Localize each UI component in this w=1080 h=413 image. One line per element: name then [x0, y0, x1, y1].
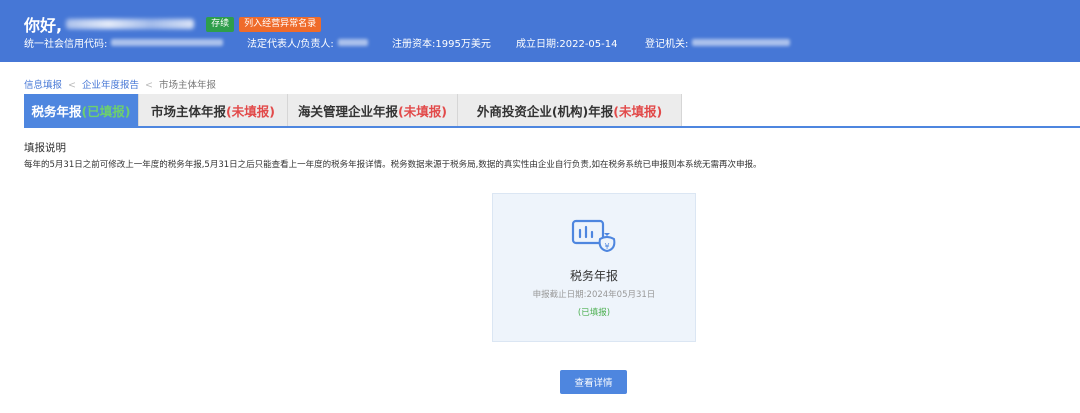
tab-label: 市场主体年报 — [151, 103, 227, 119]
tab-status: (未填报) — [226, 103, 275, 119]
status-badge: 存续 — [206, 16, 235, 32]
tab-underline — [24, 126, 1080, 128]
redacted-credit-code — [111, 39, 224, 46]
redacted-legal-rep — [337, 39, 368, 46]
tax-report-icon: ¥ — [571, 219, 616, 253]
tab-customs-report[interactable]: 海关管理企业年报 (未填报) — [288, 94, 458, 126]
card-title: 税务年报 — [569, 269, 618, 283]
abnormal-list-badge: 列入经营异常名录 — [239, 16, 322, 32]
tab-status: (已填报) — [81, 103, 131, 119]
instructions-title: 填报说明 — [24, 142, 66, 154]
instructions-text: 每年的5月31日之前可修改上一年度的税务年报,5月31日之后只能查看上一年度的税… — [24, 160, 762, 170]
breadcrumb-separator: < — [68, 80, 76, 91]
breadcrumb-current: 市场主体年报 — [158, 80, 216, 91]
breadcrumb: 信息填报 < 企业年度报告 < 市场主体年报 — [24, 77, 216, 91]
established-date: 成立日期:2022-05-14 — [516, 39, 618, 50]
tab-status: (未填报) — [613, 103, 663, 119]
tab-label: 税务年报 — [31, 103, 82, 119]
tab-label: 海关管理企业年报 — [298, 103, 399, 119]
tab-foreign-investment-report[interactable]: 外商投资企业(机构)年报 (未填报) — [458, 94, 682, 126]
tab-status: (未填报) — [398, 103, 447, 119]
credit-code-label: 统一社会信用代码: — [24, 39, 108, 50]
company-header: 你好, 存续 列入经营异常名录 统一社会信用代码: 法定代表人/负责人: 注册资… — [0, 0, 1080, 62]
authority-label: 登记机关: — [645, 39, 689, 50]
registration-authority: 登记机关: — [645, 35, 791, 50]
tax-report-card[interactable]: ¥ 税务年报 申报截止日期:2024年05月31日 (已填报) — [492, 193, 696, 342]
card-status: (已填报) — [577, 308, 611, 318]
card-deadline: 申报截止日期:2024年05月31日 — [532, 290, 656, 300]
view-details-button[interactable]: 查看详情 — [560, 370, 627, 394]
registered-capital: 注册资本:1995万美元 — [392, 39, 491, 50]
report-tabs: 税务年报 (已填报) 市场主体年报 (未填报) 海关管理企业年报 (未填报) 外商投资… — [24, 94, 682, 126]
legal-rep-label: 法定代表人/负责人: — [247, 39, 334, 50]
credit-code: 统一社会信用代码: — [24, 35, 224, 50]
tab-market-entity-report[interactable]: 市场主体年报 (未填报) — [139, 94, 288, 126]
greeting-text: 你好, — [24, 16, 63, 35]
breadcrumb-separator: < — [145, 80, 153, 91]
tab-label: 外商投资企业(机构)年报 — [476, 103, 614, 119]
svg-text:¥: ¥ — [604, 242, 609, 251]
redacted-authority — [692, 39, 791, 46]
legal-representative: 法定代表人/负责人: — [247, 35, 368, 50]
redacted-company-name — [66, 19, 195, 29]
breadcrumb-info-filing[interactable]: 信息填报 — [24, 80, 62, 91]
greeting: 你好, 存续 列入经营异常名录 — [24, 12, 322, 36]
breadcrumb-annual-report[interactable]: 企业年度报告 — [82, 80, 139, 91]
tab-tax-report[interactable]: 税务年报 (已填报) — [24, 94, 139, 126]
